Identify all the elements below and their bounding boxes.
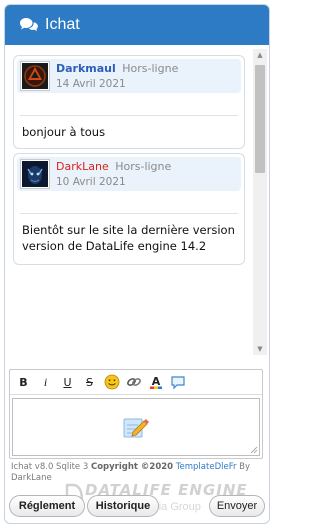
message-text: Bientôt sur le site la dernière version … (22, 223, 235, 253)
brand-link[interactable]: TemplateDleFr (176, 462, 237, 472)
avatar[interactable] (20, 61, 50, 91)
link-button[interactable] (124, 373, 143, 392)
text-color-icon: A (149, 375, 162, 389)
send-button[interactable]: Envoyer (209, 495, 265, 517)
scrollbar-thumb[interactable] (255, 65, 265, 173)
message-user: Darkmaul Hors-ligne (56, 62, 178, 75)
darklane-avatar-image (22, 161, 48, 187)
svg-text:A: A (151, 375, 160, 388)
text-color-button[interactable]: A (146, 373, 165, 392)
history-button[interactable]: Historique (87, 495, 159, 517)
ichat-title: Ichat (45, 16, 80, 33)
username-link[interactable]: Darkmaul (56, 62, 116, 75)
user-status: Hors-ligne (115, 160, 172, 173)
message-composer: B i U S A (9, 369, 263, 459)
messages-list[interactable]: Darkmaul Hors-ligne 14 Avril 2021 bonjou… (7, 49, 253, 355)
underline-button[interactable]: U (58, 373, 77, 392)
ichat-widget: Ichat Darkmaul Hors-ligne 14 Avril 2021 … (4, 4, 270, 524)
copyright-text: Copyright ©2020 (90, 462, 174, 472)
chat-bubbles-icon (20, 18, 38, 32)
user-status: Hors-ligne (122, 62, 179, 75)
smiley-button[interactable] (102, 373, 121, 392)
message-input[interactable] (12, 398, 260, 456)
strikethrough-button[interactable]: S (80, 373, 99, 392)
smiley-icon (104, 374, 119, 390)
chat-message: Darkmaul Hors-ligne 14 Avril 2021 bonjou… (13, 55, 245, 149)
message-date: 14 Avril 2021 (56, 78, 126, 90)
chat-message: DarkLane Hors-ligne 10 Avril 2021 Bientô… (13, 153, 245, 265)
link-icon (126, 378, 141, 386)
message-user: DarkLane Hors-ligne (56, 160, 171, 173)
resize-grip-icon[interactable] (250, 446, 258, 454)
italic-button[interactable]: i (36, 373, 55, 392)
author-text: DarkLane (11, 473, 52, 483)
message-meta: DarkLane Hors-ligne 10 Avril 2021 (17, 157, 241, 191)
quote-bubble-icon (170, 376, 185, 390)
message-text: bonjour à tous (22, 125, 106, 139)
version-text: Ichat v8.0 Sqlite 3 (11, 462, 89, 472)
rules-button[interactable]: Réglement (9, 495, 85, 517)
quote-button[interactable] (168, 373, 187, 392)
footer-credits: Ichat v8.0 Sqlite 3 Copyright ©2020 Temp… (11, 462, 251, 484)
darkmaul-avatar-image (22, 63, 48, 89)
username-link[interactable]: DarkLane (56, 160, 109, 173)
bold-button[interactable]: B (14, 373, 33, 392)
message-date: 10 Avril 2021 (56, 176, 126, 188)
message-meta: Darkmaul Hors-ligne 14 Avril 2021 (17, 59, 241, 93)
messages-scrollbar[interactable]: ▲ ▼ (253, 49, 267, 355)
notepad-pencil-icon (123, 418, 149, 438)
avatar[interactable] (20, 159, 50, 189)
scroll-down-arrow-icon[interactable]: ▼ (253, 343, 267, 355)
by-text: By (239, 462, 251, 472)
scroll-up-arrow-icon[interactable]: ▲ (253, 49, 267, 61)
action-buttons: Réglement Historique Envoyer (5, 495, 269, 519)
editor-toolbar: B i U S A (10, 370, 262, 395)
ichat-header: Ichat (5, 5, 269, 45)
